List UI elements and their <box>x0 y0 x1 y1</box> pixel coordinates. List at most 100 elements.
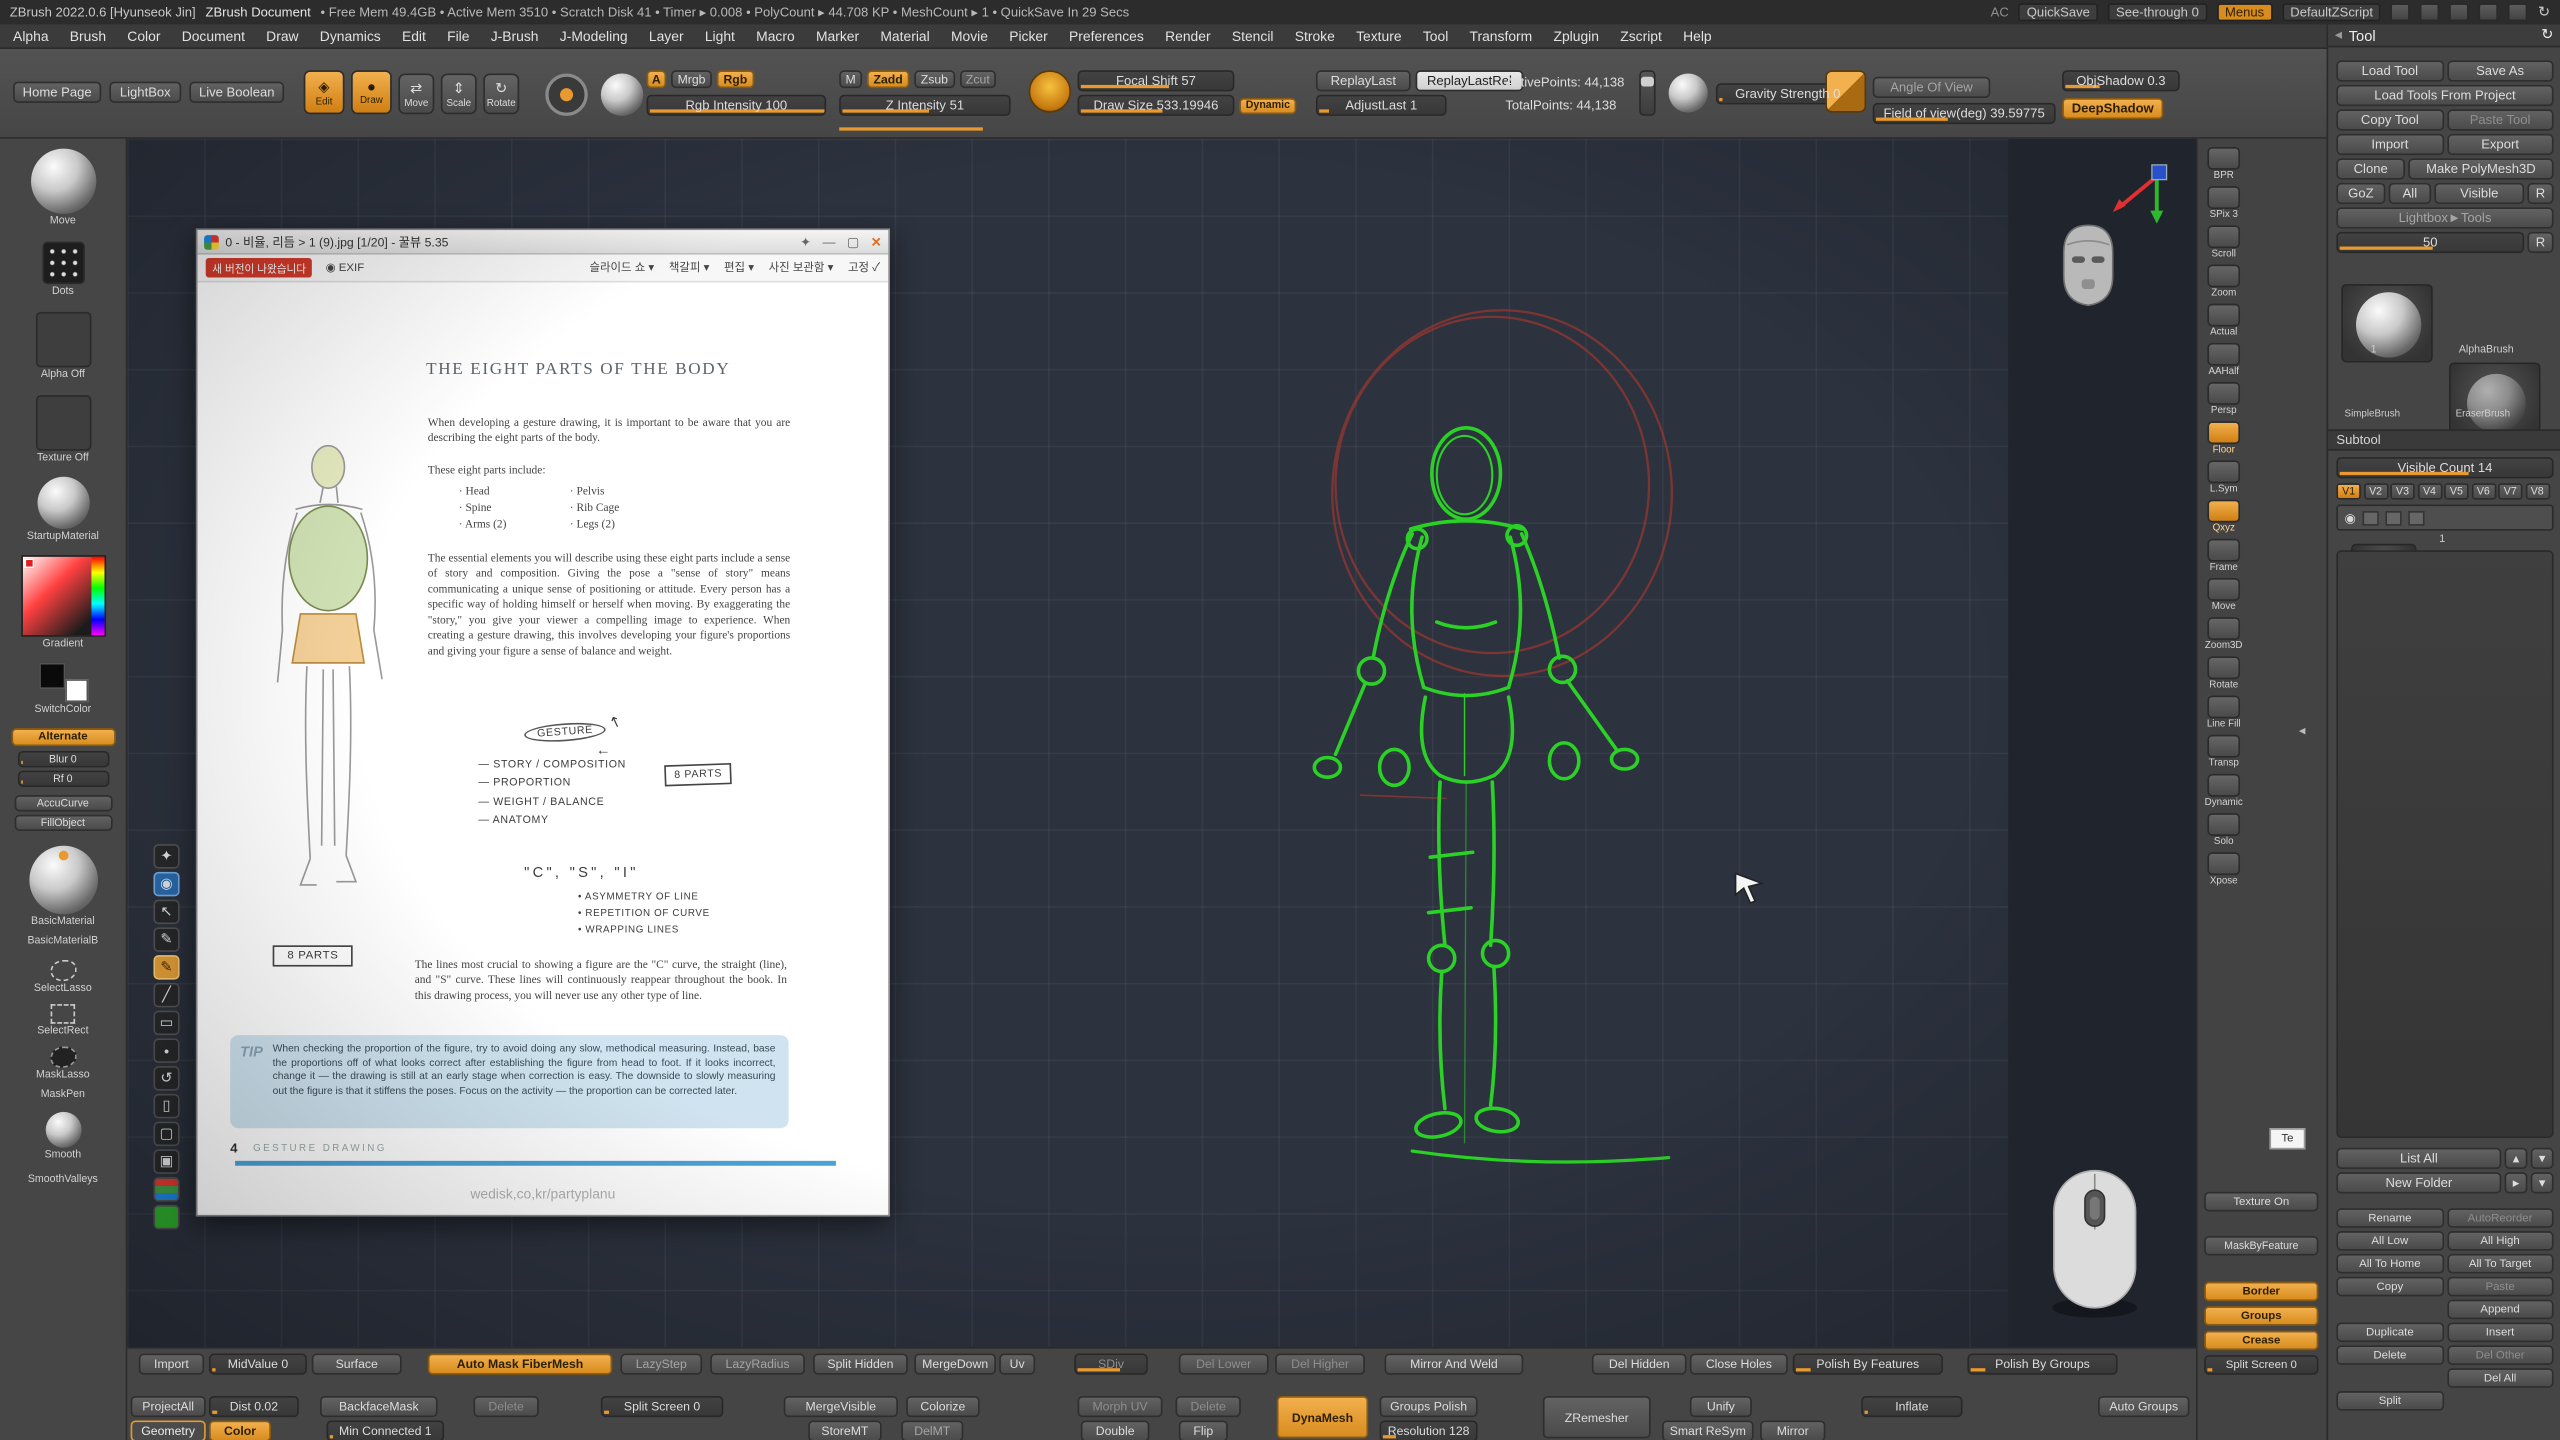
head-preview[interactable] <box>2051 217 2126 315</box>
color-swatch[interactable] <box>153 1205 179 1229</box>
menu-item[interactable]: Document <box>182 28 245 44</box>
menu-item[interactable]: Tool <box>1423 28 1448 44</box>
aahalf-button[interactable]: AAHalf <box>2203 343 2245 377</box>
subtool-version-tab[interactable]: V8 <box>2525 483 2549 499</box>
menu-item[interactable]: Dynamics <box>320 28 381 44</box>
copy-icon[interactable]: ▣ <box>153 1149 179 1173</box>
viewer-menu-item[interactable]: 편집 ▾ <box>724 260 754 276</box>
blur-slider[interactable]: Blur 0 <box>17 751 108 767</box>
visible-count-slider[interactable]: Visible Count 14 <box>2336 457 2553 478</box>
monitor-icon[interactable] <box>2450 3 2470 21</box>
subtool-action-button[interactable]: Rename <box>2336 1208 2443 1228</box>
lightbox-button[interactable]: LightBox <box>109 82 181 103</box>
subtool-item-row[interactable]: ◉ <box>2336 505 2553 531</box>
live-boolean-button[interactable]: Live Boolean <box>189 82 284 103</box>
draw-button[interactable]: ●Draw <box>351 70 392 114</box>
smooth-brush-icon[interactable] <box>45 1112 81 1148</box>
menu-item[interactable]: Stroke <box>1295 28 1335 44</box>
highlighter-icon[interactable]: ✎ <box>153 955 179 979</box>
smoothvalleys-button[interactable]: SmoothValleys <box>28 1174 98 1185</box>
mirror-and-weld-button[interactable]: Mirror And Weld <box>1385 1354 1524 1375</box>
lightbulb-icon[interactable]: ✦ <box>153 844 179 868</box>
maskpen-button[interactable]: MaskPen <box>41 1089 85 1100</box>
sdiv-slider[interactable]: SDiv <box>1074 1354 1147 1375</box>
transp-button[interactable]: Transp <box>2203 735 2245 769</box>
menu-item[interactable]: J-Brush <box>491 28 539 44</box>
subtool-eye-icon[interactable]: ◉ <box>2345 510 2356 525</box>
menu-item[interactable]: Movie <box>951 28 988 44</box>
subtool-action-button[interactable]: Delete <box>2336 1345 2443 1365</box>
adjust-last-slider[interactable]: AdjustLast 1 <box>1316 95 1447 116</box>
scale-button[interactable]: ⇕Scale <box>441 73 477 114</box>
cursor-icon[interactable]: ↖ <box>153 900 179 924</box>
scroll-button[interactable]: Scroll <box>2203 225 2245 259</box>
m-button[interactable]: M <box>839 70 862 88</box>
goz-r-button[interactable]: R <box>2527 183 2553 204</box>
paste-tool-button[interactable]: Paste Tool <box>2447 109 2554 130</box>
lazyradius-slider[interactable]: LazyRadius <box>710 1354 805 1375</box>
menu-item[interactable]: Help <box>1683 28 1712 44</box>
screenshot-icon[interactable]: ▢ <box>153 1122 179 1146</box>
rf-slider[interactable]: Rf 0 <box>17 771 108 787</box>
zoom-button[interactable]: Zoom <box>2203 264 2245 298</box>
subtool-version-tab[interactable]: V2 <box>2363 483 2387 499</box>
frame-button[interactable]: Frame <box>2203 539 2245 573</box>
goz-visible-button[interactable]: Visible <box>2434 183 2524 204</box>
colorize-button[interactable]: Colorize <box>906 1396 979 1417</box>
mask-lasso-icon[interactable] <box>50 1047 76 1068</box>
clone-button[interactable]: Clone <box>2336 158 2405 179</box>
del-higher-button[interactable]: Del Higher <box>1275 1354 1365 1375</box>
folder-expand-button[interactable]: ▾ <box>2531 1172 2554 1193</box>
basicmaterialb-button[interactable]: BasicMaterialB <box>27 936 98 947</box>
storemt-button[interactable]: StoreMT <box>808 1420 881 1440</box>
zoom3d-button[interactable]: Zoom3D <box>2203 617 2245 651</box>
rgb-intensity-slider[interactable]: Rgb Intensity 100 <box>647 95 827 116</box>
crease-button[interactable]: Crease <box>2204 1331 2318 1351</box>
subtool-action-button[interactable]: Paste <box>2447 1277 2554 1297</box>
auto-groups-button[interactable]: Auto Groups <box>2098 1396 2189 1417</box>
zremesher-button[interactable]: ZRemesher <box>1543 1396 1651 1438</box>
actual-button[interactable]: Actual <box>2203 304 2245 338</box>
del-hidden-button[interactable]: Del Hidden <box>1592 1354 1687 1375</box>
thumbnail-size-slider[interactable]: 50 <box>2336 232 2524 253</box>
subtool-version-tab[interactable]: V6 <box>2471 483 2495 499</box>
border-button[interactable]: Border <box>2204 1282 2318 1302</box>
viewer-close-icon[interactable]: ✕ <box>871 234 882 249</box>
menu-item[interactable]: Alpha <box>13 28 49 44</box>
menu-item[interactable]: Zscript <box>1620 28 1662 44</box>
field-of-view-slider[interactable]: Field of view(deg) 39.59775 <box>1873 103 2056 124</box>
zadd-button[interactable]: Zadd <box>867 70 909 88</box>
dynamic-toggle[interactable]: Dynamic <box>1239 97 1296 113</box>
new-folder-button[interactable]: New Folder <box>2336 1172 2501 1193</box>
flip-button[interactable]: Flip <box>1179 1420 1228 1440</box>
split-hidden-button[interactable]: Split Hidden <box>813 1354 908 1375</box>
image-viewer-window[interactable]: 0 - 비율, 리듬 > 1 (9).jpg [1/20] - 꿀뷰 5.35 … <box>196 229 890 1217</box>
groups-polish-button[interactable]: Groups Polish <box>1380 1396 1478 1417</box>
viewer-menu-item[interactable]: 고정 ✓ <box>848 260 880 276</box>
split-screen-slider[interactable]: Split Screen 0 <box>2204 1355 2318 1375</box>
ruler-icon[interactable]: ▭ <box>153 1011 179 1035</box>
viewer-menu-item[interactable]: 사진 보관함 ▾ <box>769 260 834 276</box>
zcut-button[interactable]: Zcut <box>959 70 996 88</box>
refresh-icon[interactable]: ↻ <box>2538 3 2550 21</box>
menu-item[interactable]: Brush <box>70 28 106 44</box>
delete-button[interactable]: Delete <box>473 1396 538 1417</box>
dist-slider[interactable]: Dist 0.02 <box>209 1396 299 1417</box>
pen-icon[interactable]: ✎ <box>153 927 179 951</box>
copy-tool-button[interactable]: Copy Tool <box>2336 109 2443 130</box>
quicksave-button[interactable]: QuickSave <box>2019 3 2098 21</box>
dot-icon[interactable]: • <box>153 1038 179 1062</box>
menu-item[interactable]: J-Modeling <box>560 28 628 44</box>
window-icon[interactable] <box>2509 3 2529 21</box>
rotate-3d-button[interactable]: Rotate <box>2203 656 2245 690</box>
obj-shadow-slider[interactable]: ObjShadow 0.3 <box>2062 70 2180 91</box>
fillobject-button[interactable]: FillObject <box>14 815 112 831</box>
subtool-version-tab[interactable]: V5 <box>2444 483 2468 499</box>
menu-item[interactable]: Material <box>880 28 929 44</box>
linefill-button[interactable]: Line Fill <box>2203 696 2245 730</box>
close-holes-button[interactable]: Close Holes <box>1690 1354 1788 1375</box>
update-badge[interactable]: 새 버전이 나왔습니다 <box>206 258 313 278</box>
lsym-button[interactable]: L.Sym <box>2203 460 2245 494</box>
rotate-button[interactable]: ↻Rotate <box>483 73 519 114</box>
subtool-up-button[interactable]: ▴ <box>2505 1148 2528 1169</box>
